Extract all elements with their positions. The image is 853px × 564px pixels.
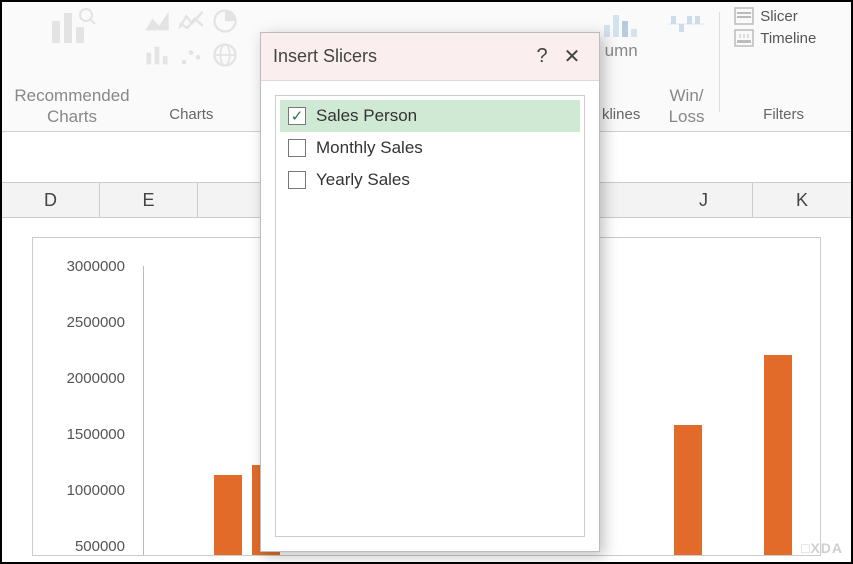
scatter-chart-icon[interactable] [177, 41, 205, 69]
recommended-charts-icon [48, 7, 96, 47]
slicer-field-list: Sales Person Monthly Sales Yearly Sales [275, 95, 585, 537]
dialog-title-text: Insert Slicers [273, 46, 377, 67]
ytick: 2000000 [53, 370, 125, 387]
timeline-label: Timeline [760, 30, 816, 47]
col-header[interactable]: E [100, 183, 198, 217]
column-sparkline-icon [601, 7, 641, 41]
slicer-field-item[interactable]: Yearly Sales [280, 164, 580, 196]
slicer-field-label: Sales Person [316, 106, 417, 126]
col-header[interactable] [198, 183, 268, 217]
dialog-titlebar: Insert Slicers ? ✕ [261, 33, 599, 81]
insert-slicers-dialog: Insert Slicers ? ✕ Sales Person Monthly S… [260, 32, 600, 552]
col-header[interactable]: J [655, 183, 753, 217]
column-sparkline-label: umn [605, 41, 638, 61]
area-chart-icon[interactable] [143, 7, 171, 35]
close-button[interactable]: ✕ [557, 42, 587, 72]
ribbon-winloss[interactable]: Win/ Loss [656, 7, 717, 127]
charts-group-label: Charts [169, 106, 213, 127]
checkbox[interactable] [288, 171, 306, 189]
sparklines-group-label: klines [602, 106, 640, 127]
timeline-button[interactable]: Timeline [734, 29, 816, 47]
slicer-field-item[interactable]: Sales Person [280, 100, 580, 132]
map-chart-icon[interactable] [211, 41, 239, 69]
chart-bar [214, 475, 242, 555]
line-chart-icon[interactable] [177, 7, 205, 35]
winloss-label: Win/ Loss [669, 86, 705, 127]
ribbon-filters-group: Slicer Timeline Filters [722, 7, 841, 127]
column-chart-icon[interactable] [143, 41, 171, 69]
checkbox[interactable] [288, 107, 306, 125]
ribbon-recommended-charts[interactable]: Recommended Charts [12, 7, 132, 127]
ytick: 1500000 [53, 426, 125, 443]
ribbon-charts-group: Charts [132, 7, 251, 127]
col-header[interactable]: D [2, 183, 100, 217]
chart-bar [764, 355, 792, 555]
slicer-label: Slicer [760, 8, 798, 25]
help-button[interactable]: ? [527, 42, 557, 72]
chart-y-axis: 3000000 2500000 2000000 1500000 1000000 … [53, 258, 133, 555]
slicer-field-label: Yearly Sales [316, 170, 410, 190]
ytick: 500000 [53, 538, 125, 555]
ribbon-divider [719, 12, 720, 112]
filters-group-label: Filters [763, 106, 804, 127]
watermark: □XDA [801, 540, 843, 556]
checkbox[interactable] [288, 139, 306, 157]
slicer-field-label: Monthly Sales [316, 138, 423, 158]
timeline-icon [734, 29, 754, 47]
ytick: 3000000 [53, 258, 125, 275]
dialog-body: Sales Person Monthly Sales Yearly Sales [261, 81, 599, 551]
pie-chart-icon[interactable] [211, 7, 239, 35]
slicer-button[interactable]: Slicer [734, 7, 798, 25]
winloss-icon [667, 7, 707, 41]
recommended-charts-label: Recommended Charts [14, 86, 129, 127]
slicer-field-item[interactable]: Monthly Sales [280, 132, 580, 164]
ytick: 2500000 [53, 314, 125, 331]
col-header[interactable]: K [753, 183, 851, 217]
chart-bar [674, 425, 702, 555]
slicer-icon [734, 7, 754, 25]
ytick: 1000000 [53, 482, 125, 499]
